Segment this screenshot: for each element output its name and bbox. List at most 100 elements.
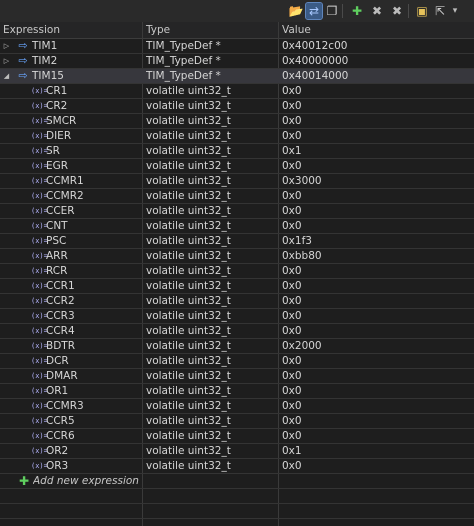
- value-cell[interactable]: 0x0: [282, 114, 472, 128]
- register-row[interactable]: (x)= CR2 volatile uint32_t 0x0: [0, 99, 474, 114]
- register-row[interactable]: (x)= CCMR3 volatile uint32_t 0x0: [0, 399, 474, 414]
- variable-icon: (x)=: [31, 87, 48, 95]
- value-cell[interactable]: 0x0: [282, 159, 472, 173]
- register-row[interactable]: (x)= CCR1 volatile uint32_t 0x0: [0, 279, 474, 294]
- type-cell: volatile uint32_t: [146, 460, 231, 472]
- value-cell[interactable]: 0x0: [282, 429, 472, 443]
- value-cell[interactable]: 0x0: [282, 264, 472, 278]
- value-cell[interactable]: 0x0: [282, 294, 472, 308]
- register-row[interactable]: (x)= DIER volatile uint32_t 0x0: [0, 129, 474, 144]
- register-row[interactable]: (x)= DMAR volatile uint32_t 0x0: [0, 369, 474, 384]
- expand-arrow-icon[interactable]: ▷: [2, 54, 11, 68]
- tree-row-tim1[interactable]: ▷ ⇨ TIM1 TIM_TypeDef * 0x40012c00: [0, 39, 474, 54]
- value-cell[interactable]: 0x0: [282, 369, 472, 383]
- menu-icon[interactable]: ▾: [450, 3, 460, 19]
- register-row[interactable]: (x)= PSC volatile uint32_t 0x1f3: [0, 234, 474, 249]
- register-name: PSC: [46, 235, 67, 247]
- variable-icon: (x)=: [31, 372, 48, 380]
- variable-icon: (x)=: [31, 357, 48, 365]
- value-cell[interactable]: 0x0: [282, 219, 472, 233]
- variable-icon: (x)=: [31, 117, 48, 125]
- value-cell[interactable]: 0x0: [282, 189, 472, 203]
- register-row[interactable]: (x)= CCER volatile uint32_t 0x0: [0, 204, 474, 219]
- toggle-view-icon[interactable]: ⇄: [305, 2, 323, 20]
- register-row[interactable]: (x)= OR1 volatile uint32_t 0x0: [0, 384, 474, 399]
- header-type[interactable]: Type: [143, 22, 279, 38]
- value-cell[interactable]: 0x0: [282, 384, 472, 398]
- register-row[interactable]: (x)= CCR2 volatile uint32_t 0x0: [0, 294, 474, 309]
- variable-icon: (x)=: [31, 432, 48, 440]
- register-row[interactable]: (x)= SMCR volatile uint32_t 0x0: [0, 114, 474, 129]
- add-icon[interactable]: ✚: [349, 3, 365, 19]
- expression-cell: (x)= CR1: [0, 84, 142, 98]
- value-cell[interactable]: 0x1f3: [282, 234, 472, 248]
- variable-icon: (x)=: [31, 282, 48, 290]
- value-cell[interactable]: 0x1: [282, 444, 472, 458]
- value-cell[interactable]: 0xbb80: [282, 249, 472, 263]
- variable-icon: (x)=: [31, 222, 48, 230]
- value-cell[interactable]: 0x0: [282, 414, 472, 428]
- type-cell: volatile uint32_t: [146, 445, 231, 457]
- register-row[interactable]: (x)= CCR5 volatile uint32_t 0x0: [0, 414, 474, 429]
- expand-arrow-icon[interactable]: ▷: [2, 39, 11, 53]
- add-expression-row[interactable]: ✚ Add new expression: [0, 474, 474, 489]
- open-folder-icon[interactable]: 📂: [288, 3, 304, 19]
- expression-cell: (x)= CCER: [0, 204, 142, 218]
- register-row[interactable]: (x)= DCR volatile uint32_t 0x0: [0, 354, 474, 369]
- type-cell: volatile uint32_t: [146, 115, 231, 127]
- export-icon[interactable]: ⇱: [432, 3, 448, 19]
- value-cell[interactable]: 0x0: [282, 354, 472, 368]
- value-cell[interactable]: 0x0: [282, 309, 472, 323]
- value-cell[interactable]: 0x3000: [282, 174, 472, 188]
- collapse-icon[interactable]: ▣: [414, 3, 430, 19]
- variable-icon: (x)=: [31, 327, 48, 335]
- value-cell[interactable]: 0x2000: [282, 339, 472, 353]
- variable-icon: (x)=: [31, 252, 48, 260]
- register-row[interactable]: (x)= CCMR2 volatile uint32_t 0x0: [0, 189, 474, 204]
- value-cell[interactable]: 0x40000000: [282, 54, 472, 68]
- type-cell: volatile uint32_t: [146, 415, 231, 427]
- register-row[interactable]: (x)= CR1 volatile uint32_t 0x0: [0, 84, 474, 99]
- register-row[interactable]: (x)= BDTR volatile uint32_t 0x2000: [0, 339, 474, 354]
- value-cell[interactable]: 0x0: [282, 324, 472, 338]
- header-expression[interactable]: Expression: [0, 22, 142, 38]
- value-cell[interactable]: 0x0: [282, 279, 472, 293]
- register-row[interactable]: (x)= RCR volatile uint32_t 0x0: [0, 264, 474, 279]
- empty-row: [0, 504, 474, 519]
- expression-name: TIM2: [32, 55, 58, 67]
- tree-row-tim2[interactable]: ▷ ⇨ TIM2 TIM_TypeDef * 0x40000000: [0, 54, 474, 69]
- tree-row-tim15[interactable]: ◢ ⇨ TIM15 TIM_TypeDef * 0x40014000: [0, 69, 474, 84]
- value-cell[interactable]: 0x1: [282, 144, 472, 158]
- register-row[interactable]: (x)= CCR3 volatile uint32_t 0x0: [0, 309, 474, 324]
- register-row[interactable]: (x)= CNT volatile uint32_t 0x0: [0, 219, 474, 234]
- value-cell[interactable]: 0x0: [282, 459, 472, 473]
- register-row[interactable]: (x)= CCMR1 volatile uint32_t 0x3000: [0, 174, 474, 189]
- register-row[interactable]: (x)= CCR4 volatile uint32_t 0x0: [0, 324, 474, 339]
- expression-cell: (x)= EGR: [0, 159, 142, 173]
- value-cell[interactable]: 0x0: [282, 84, 472, 98]
- register-row[interactable]: (x)= ARR volatile uint32_t 0xbb80: [0, 249, 474, 264]
- type-cell: volatile uint32_t: [146, 190, 231, 202]
- copy-icon[interactable]: ❐: [324, 3, 340, 19]
- expression-cell: (x)= CCR4: [0, 324, 142, 338]
- header-value[interactable]: Value: [279, 22, 474, 38]
- register-row[interactable]: (x)= OR2 volatile uint32_t 0x1: [0, 444, 474, 459]
- value-cell[interactable]: 0x40012c00: [282, 39, 472, 53]
- value-cell[interactable]: 0x40014000: [282, 69, 472, 83]
- value-cell[interactable]: 0x0: [282, 99, 472, 113]
- register-row[interactable]: (x)= EGR volatile uint32_t 0x0: [0, 159, 474, 174]
- type-cell: volatile uint32_t: [146, 220, 231, 232]
- remove-all-icon[interactable]: ✖: [389, 3, 405, 19]
- variable-icon: (x)=: [31, 132, 48, 140]
- collapse-arrow-icon[interactable]: ◢: [2, 69, 11, 83]
- register-row[interactable]: (x)= OR3 volatile uint32_t 0x0: [0, 459, 474, 474]
- expression-cell: (x)= CCR6: [0, 429, 142, 443]
- type-cell: volatile uint32_t: [146, 295, 231, 307]
- register-row[interactable]: (x)= CCR6 volatile uint32_t 0x0: [0, 429, 474, 444]
- register-row[interactable]: (x)= SR volatile uint32_t 0x1: [0, 144, 474, 159]
- value-cell[interactable]: 0x0: [282, 204, 472, 218]
- value-cell[interactable]: 0x0: [282, 399, 472, 413]
- remove-icon[interactable]: ✖: [369, 3, 385, 19]
- value-cell[interactable]: 0x0: [282, 129, 472, 143]
- register-name: CCMR1: [46, 175, 84, 187]
